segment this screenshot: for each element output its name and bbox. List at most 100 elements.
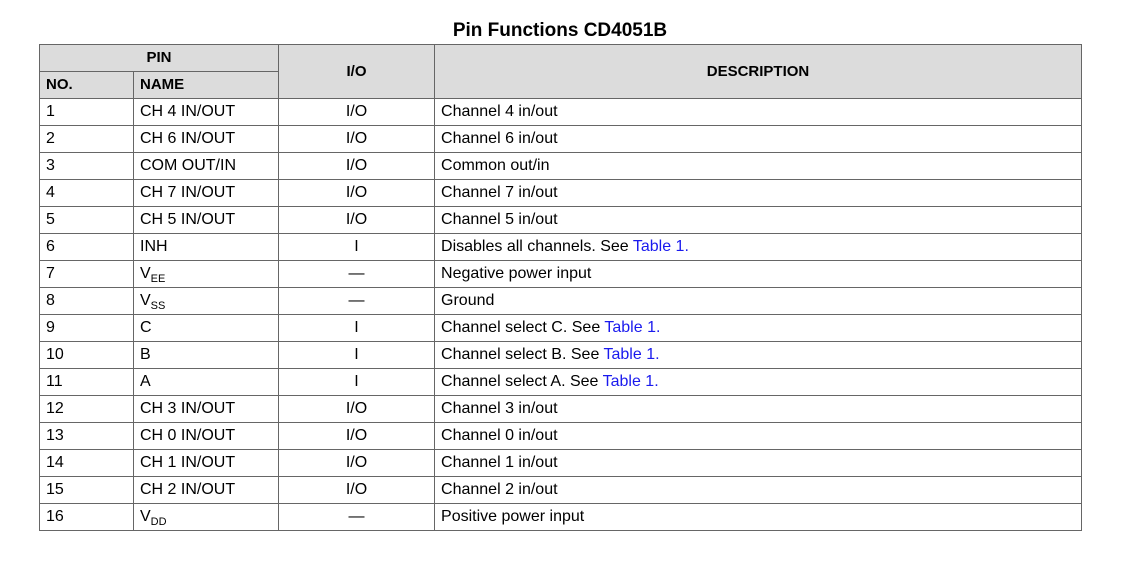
pin-number: 15	[39, 476, 134, 504]
table-row: 8 VSS — Ground	[39, 287, 1083, 315]
pin-name-text: CH 3 IN/OUT	[140, 400, 236, 417]
pin-description: Channel 6 in/out	[434, 125, 1083, 153]
pin-io-type: —	[278, 503, 436, 531]
table-row: 10 B I Channel select B. See Table 1.	[39, 341, 1083, 369]
pin-description-text: Channel select B. See	[441, 346, 604, 363]
pin-description: Negative power input	[434, 260, 1083, 288]
page-title: Pin Functions CD4051B	[0, 19, 1120, 43]
table-reference-period: .	[684, 238, 689, 255]
pin-io-type: I/O	[278, 152, 436, 180]
pin-name: CH 5 IN/OUT	[132, 206, 280, 234]
pin-description-text: Channel 7 in/out	[441, 184, 558, 201]
pin-io-type: I/O	[278, 179, 436, 207]
pin-description: Channel 7 in/out	[434, 179, 1083, 207]
pin-name: C	[132, 314, 280, 342]
pin-description: Channel 2 in/out	[434, 476, 1083, 504]
pin-number: 16	[39, 503, 134, 531]
table-reference-period: .	[654, 373, 659, 390]
pin-io-type: I/O	[278, 98, 436, 126]
pin-number: 14	[39, 449, 134, 477]
pin-description-text: Channel select A. See	[441, 373, 603, 390]
pin-io-type: I/O	[278, 476, 436, 504]
pin-description: Channel select A. See Table 1.	[434, 368, 1083, 396]
pin-name: CH 7 IN/OUT	[132, 179, 280, 207]
table-header: PIN I/O DESCRIPTION NO. NAME	[38, 44, 1083, 99]
table-reference-link[interactable]: Table 1	[604, 319, 656, 336]
description-header: DESCRIPTION	[434, 44, 1083, 99]
io-header: I/O	[278, 44, 436, 99]
pin-description-text: Disables all channels. See	[441, 238, 633, 255]
pin-name: B	[132, 341, 280, 369]
pin-name-text: INH	[140, 238, 168, 255]
pin-description-text: Channel 3 in/out	[441, 400, 558, 417]
table-reference-period: .	[655, 319, 661, 336]
pin-number: 2	[39, 125, 134, 153]
pin-description-text: Channel 4 in/out	[441, 103, 558, 120]
pin-description-text: Channel 0 in/out	[441, 427, 558, 444]
pin-number: 13	[39, 422, 134, 450]
pin-io-type: I	[278, 314, 436, 342]
pin-name: VSS	[132, 287, 280, 315]
pin-io-type: I/O	[278, 449, 436, 477]
pin-description: Positive power input	[434, 503, 1083, 531]
table-row: 4 CH 7 IN/OUT I/O Channel 7 in/out	[39, 179, 1083, 207]
pin-name-text: A	[140, 373, 151, 390]
table-row: 3 COM OUT/IN I/O Common out/in	[39, 152, 1083, 180]
pin-name: CH 6 IN/OUT	[132, 125, 280, 153]
pin-number: 1	[39, 98, 134, 126]
table-row: 1 CH 4 IN/OUT I/O Channel 4 in/out	[39, 98, 1083, 126]
pin-name-text: B	[140, 346, 151, 363]
pin-name-text: CH 4 IN/OUT	[140, 103, 236, 120]
table-reference-link[interactable]: Table 1	[633, 238, 685, 255]
table-row: 12 CH 3 IN/OUT I/O Channel 3 in/out	[39, 395, 1083, 423]
pin-description: Channel 0 in/out	[434, 422, 1083, 450]
name-header: NAME	[132, 71, 280, 99]
table-row: 6 INH I Disables all channels. See Table 1.	[39, 233, 1083, 261]
pin-description-text: Channel 5 in/out	[441, 211, 558, 228]
pin-description: Channel 3 in/out	[434, 395, 1083, 423]
pin-io-type: I	[278, 341, 436, 369]
table-reference-period: .	[655, 346, 660, 363]
pin-number: 7	[39, 260, 134, 288]
pin-description-text: Positive power input	[441, 508, 585, 525]
pin-description: Channel 4 in/out	[434, 98, 1083, 126]
table-row: 13 CH 0 IN/OUT I/O Channel 0 in/out	[39, 422, 1083, 450]
pin-number: 9	[39, 314, 134, 342]
no-header: NO.	[39, 71, 134, 99]
pin-description-text: Channel select C. See	[441, 319, 605, 336]
pin-name: VEE	[132, 260, 280, 288]
pin-name-text: CH 0 IN/OUT	[140, 427, 236, 444]
pin-io-type: I/O	[278, 125, 436, 153]
pin-name-subscript: DD	[150, 516, 167, 528]
pin-name-text: CH 2 IN/OUT	[140, 481, 236, 498]
pin-description: Disables all channels. See Table 1.	[434, 233, 1083, 261]
pin-number: 6	[39, 233, 134, 261]
pin-description-text: Channel 2 in/out	[441, 481, 558, 498]
pin-name: INH	[132, 233, 280, 261]
table-row: 7 VEE — Negative power input	[39, 260, 1083, 288]
pin-io-type: I/O	[278, 395, 436, 423]
table-reference-link[interactable]: Table 1	[603, 373, 655, 390]
pin-group-header: PIN	[38, 44, 280, 72]
pin-io-type: —	[278, 287, 436, 315]
table-reference-link[interactable]: Table 1	[604, 346, 656, 363]
pin-name: CH 2 IN/OUT	[132, 476, 280, 504]
table-row: 15 CH 2 IN/OUT I/O Channel 2 in/out	[39, 476, 1083, 504]
pin-name-text: CH 1 IN/OUT	[140, 454, 236, 471]
pin-number: 5	[39, 206, 134, 234]
pin-name: CH 1 IN/OUT	[132, 449, 280, 477]
pin-name-text: COM OUT/IN	[140, 157, 236, 174]
pin-name-text: CH 5 IN/OUT	[140, 211, 236, 228]
pin-number: 11	[39, 368, 134, 396]
pin-description: Ground	[434, 287, 1083, 315]
pin-description-text: Common out/in	[441, 157, 550, 174]
pin-name: CH 4 IN/OUT	[132, 98, 280, 126]
pin-io-type: I	[278, 233, 436, 261]
pin-name: CH 3 IN/OUT	[132, 395, 280, 423]
pin-name: COM OUT/IN	[132, 152, 280, 180]
pin-io-type: —	[278, 260, 436, 288]
pin-io-type: I/O	[278, 206, 436, 234]
pin-description: Common out/in	[434, 152, 1083, 180]
pin-description: Channel select B. See Table 1.	[434, 341, 1083, 369]
table-title: Pin Functions CD4051B	[452, 20, 668, 41]
